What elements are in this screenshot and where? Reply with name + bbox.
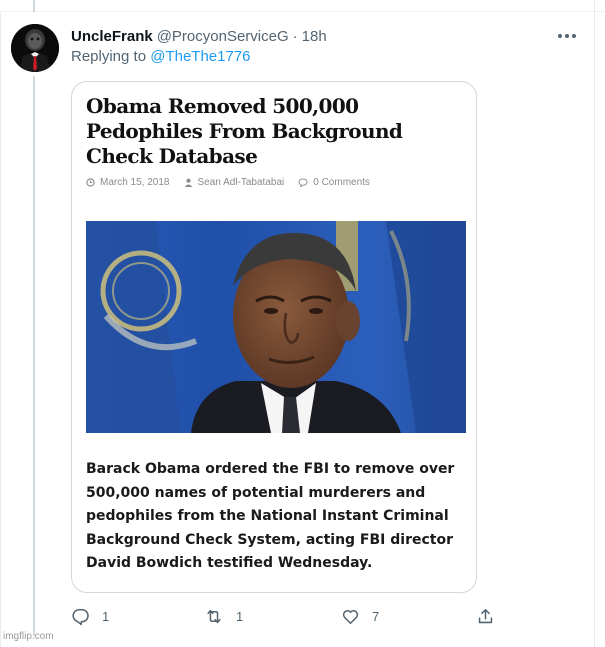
thread-connector-top [33, 0, 35, 12]
thread-line [33, 76, 35, 636]
article-comments: 0 Comments [313, 177, 370, 188]
more-dot [558, 34, 562, 38]
comment-icon [298, 178, 308, 187]
author-handle[interactable]: @ProcyonServiceG [157, 28, 289, 45]
replying-to-prefix: Replying to [71, 48, 147, 65]
retweet-icon [207, 609, 221, 623]
article-date-item: March 15, 2018 [86, 177, 170, 188]
replying-to: Replying to @TheThe1776 [71, 48, 251, 65]
article-photo [86, 221, 466, 433]
retweet-button[interactable]: 1 [204, 604, 243, 628]
replying-to-link[interactable]: @TheThe1776 [150, 48, 250, 65]
attached-image-card[interactable]: Obama Removed 500,000 Pedophiles From Ba… [71, 81, 477, 593]
retweet-count: 1 [236, 608, 244, 624]
left-border [0, 0, 1, 647]
reply-count: 1 [102, 608, 110, 624]
article-lede: Barack Obama ordered the FBI to remove o… [86, 461, 455, 571]
more-dot [565, 34, 569, 38]
like-count: 7 [372, 608, 380, 624]
article-author-item: Sean Adl-Tabatabai [184, 177, 285, 188]
tweet-time[interactable]: 18h [302, 28, 327, 45]
reply-icon [72, 608, 89, 625]
tweet-actions: 1 1 7 [71, 604, 501, 628]
reply-button[interactable]: 1 [71, 604, 109, 628]
share-icon [478, 608, 493, 623]
clock-icon [86, 178, 95, 187]
tweet-header: UncleFrank @ProcyonServiceG · 18h [71, 26, 327, 46]
avatar-image [11, 24, 59, 72]
like-icon [342, 609, 359, 624]
more-dot [572, 34, 576, 38]
like-button[interactable]: 7 [341, 604, 379, 628]
person-icon [184, 178, 192, 187]
avatar[interactable] [11, 24, 59, 72]
article-meta: March 15, 2018 Sean Adl-Tabatabai 0 Comm… [86, 177, 384, 188]
more-icon[interactable] [556, 26, 578, 46]
photo-illustration [86, 221, 466, 433]
share-button[interactable] [476, 604, 495, 628]
article-author: Sean Adl-Tabatabai [197, 177, 285, 188]
article-date: March 15, 2018 [100, 177, 170, 188]
timeline-border [594, 0, 595, 647]
article-headline: Obama Removed 500,000 Pedophiles From Ba… [86, 94, 403, 168]
previous-tweet-edge [0, 0, 605, 12]
author-name[interactable]: UncleFrank [71, 28, 153, 45]
watermark: imgflip.com [3, 631, 54, 642]
article-comments-item: 0 Comments [298, 177, 370, 188]
separator-dot: · [292, 27, 298, 45]
